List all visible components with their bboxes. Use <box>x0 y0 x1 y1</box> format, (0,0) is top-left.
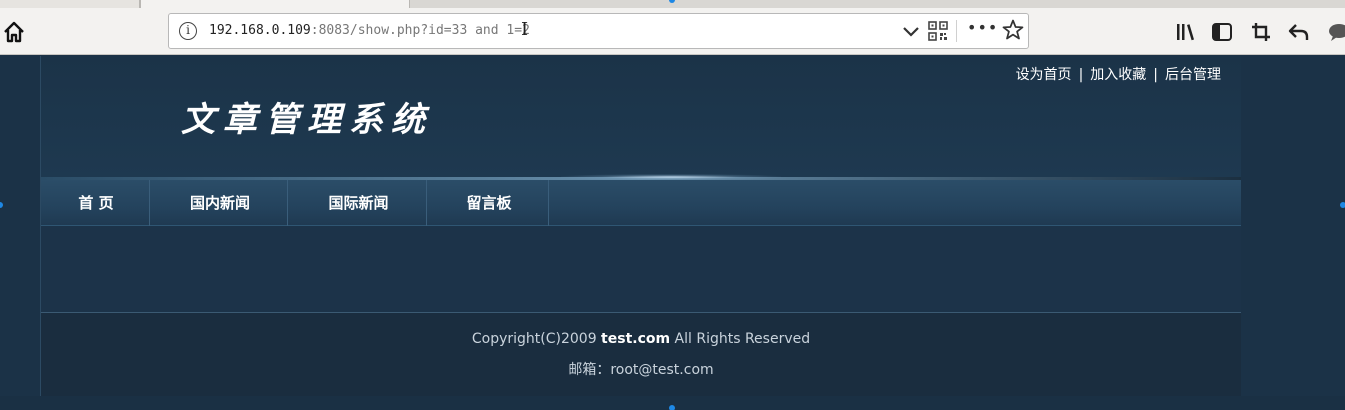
tab-inactive[interactable] <box>0 0 140 8</box>
site-container: 设为首页 | 加入收藏 | 后台管理 文章管理系统 首 页 国内新闻 国际新闻 留言板 … <box>40 56 1241 396</box>
menu-divider <box>548 180 549 226</box>
set-homepage-link[interactable]: 设为首页 <box>1016 67 1072 83</box>
address-bar[interactable]: i 192.168.0.109:8083/show.php?id=33 and … <box>168 13 1029 49</box>
resize-handle-right[interactable] <box>1340 202 1345 208</box>
add-favorite-link[interactable]: 加入收藏 <box>1090 67 1146 83</box>
copyright-suffix: All Rights Reserved <box>670 331 811 347</box>
chat-icon[interactable] <box>1326 20 1345 44</box>
qr-code-icon[interactable] <box>927 20 949 42</box>
site-footer: Copyright(C)2009 test.com All Rights Res… <box>41 312 1241 396</box>
admin-link[interactable]: 后台管理 <box>1165 67 1221 83</box>
site-logo-title[interactable]: 文章管理系统 <box>181 92 433 141</box>
info-icon[interactable]: i <box>179 22 197 40</box>
copyright-text: Copyright(C)2009 test.com All Rights Res… <box>41 331 1241 347</box>
menu-item-guestbook[interactable]: 留言板 <box>428 180 550 226</box>
main-menu: 首 页 国内新闻 国际新闻 留言板 <box>41 180 1241 226</box>
copyright-prefix: Copyright(C)2009 <box>471 331 602 347</box>
menu-item-home[interactable]: 首 页 <box>41 180 151 226</box>
web-page: 设为首页 | 加入收藏 | 后台管理 文章管理系统 首 页 国内新闻 国际新闻 留言板 … <box>0 56 1345 410</box>
library-icon[interactable] <box>1174 20 1198 44</box>
article-content <box>41 226 1241 312</box>
resize-handle-bottom[interactable] <box>669 405 675 410</box>
star-icon[interactable] <box>1001 18 1025 42</box>
menu-item-international-news[interactable]: 国际新闻 <box>289 180 428 226</box>
link-separator: | <box>1078 67 1084 83</box>
link-separator: | <box>1153 67 1158 83</box>
crop-icon[interactable] <box>1249 20 1273 44</box>
url-divider <box>956 20 957 42</box>
header-links: 设为首页 | 加入收藏 | 后台管理 <box>1016 64 1221 84</box>
copyright-site: test.com <box>601 331 671 347</box>
tab-active[interactable] <box>140 0 410 8</box>
menu-item-domestic-news[interactable]: 国内新闻 <box>151 180 289 226</box>
home-icon[interactable] <box>2 20 26 44</box>
email-text: 邮箱：root@test.com <box>568 362 714 378</box>
url-path: :8083/show.php?id=33 and 1=2 <box>310 23 530 38</box>
undo-icon[interactable] <box>1287 20 1311 44</box>
site-header: 设为首页 | 加入收藏 | 后台管理 文章管理系统 <box>41 56 1241 178</box>
url-text[interactable]: 192.168.0.109:8083/show.php?id=33 and 1=… <box>209 23 530 38</box>
browser-toolbar: i 192.168.0.109:8083/show.php?id=33 and … <box>0 8 1345 55</box>
url-host: 192.168.0.109 <box>209 23 311 38</box>
menu-divider <box>287 180 288 226</box>
menu-divider <box>426 180 427 226</box>
menu-divider <box>149 180 150 226</box>
more-icon[interactable]: ••• <box>967 18 998 37</box>
sidebar-icon[interactable] <box>1210 20 1234 44</box>
chevron-down-icon[interactable] <box>900 20 922 42</box>
text-cursor-icon: I <box>521 19 529 40</box>
